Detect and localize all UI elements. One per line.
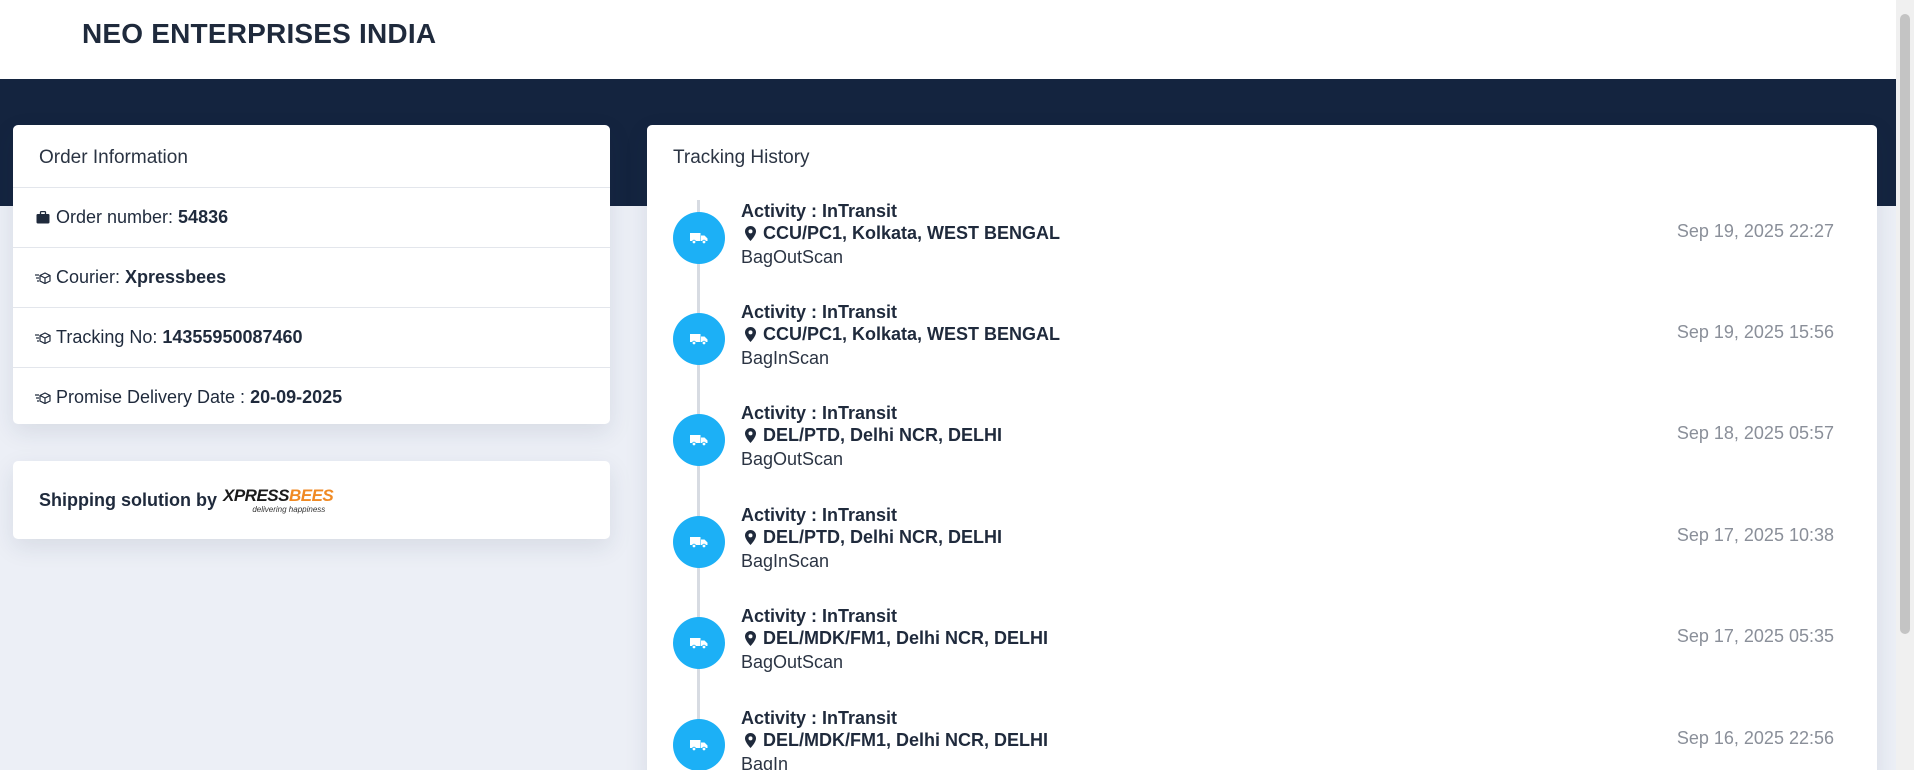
map-pin-icon <box>741 224 759 242</box>
event-timestamp: Sep 19, 2025 22:27 <box>1676 221 1834 241</box>
truck-icon <box>673 516 725 568</box>
event-location-text: DEL/PTD, Delhi NCR, DELHI <box>763 425 1003 445</box>
promise-delivery-label: Promise Delivery Date : <box>56 387 246 407</box>
xpressbees-logo: XPRESSBEES delivering happiness <box>222 485 334 514</box>
tracking-event: Activity : InTransit CCU/PC1, Kolkata, W… <box>647 200 1877 300</box>
event-location: DEL/PTD, Delhi NCR, DELHI <box>741 526 1002 548</box>
tracking-history-title: Tracking History <box>673 147 810 168</box>
vertical-scrollbar[interactable] <box>1896 0 1914 770</box>
shipping-solution-card: Shipping solution by XPRESSBEES deliveri… <box>13 461 610 539</box>
event-location-text: DEL/MDK/FM1, Delhi NCR, DELHI <box>763 730 1049 750</box>
event-location: CCU/PC1, Kolkata, WEST BENGAL <box>741 222 1060 244</box>
event-location-text: DEL/MDK/FM1, Delhi NCR, DELHI <box>763 628 1049 648</box>
courier-row: Courier: Xpressbees <box>13 247 610 307</box>
courier-label: Courier: <box>56 267 121 287</box>
event-activity: Activity : InTransit <box>741 505 898 525</box>
tracking-event: Activity : InTransit DEL/MDK/FM1, Delhi … <box>647 605 1877 705</box>
courier-value: Xpressbees <box>125 267 227 287</box>
event-status: BagInScan <box>741 348 830 368</box>
delivery-box-icon <box>33 268 53 288</box>
event-location: DEL/MDK/FM1, Delhi NCR, DELHI <box>741 627 1048 649</box>
event-status: BagOutScan <box>741 449 844 469</box>
map-pin-icon <box>741 731 759 749</box>
event-activity: Activity : InTransit <box>741 302 898 322</box>
event-status: BagInScan <box>741 551 830 571</box>
top-bar: NEO ENTERPRISES INDIA <box>0 0 1896 79</box>
map-pin-icon <box>741 426 759 444</box>
logo-tagline: delivering happiness <box>252 504 326 514</box>
event-location: CCU/PC1, Kolkata, WEST BENGAL <box>741 323 1060 345</box>
shipping-solution-label: Shipping solution by <box>39 489 217 510</box>
tracking-number-value: 14355950087460 <box>162 327 303 347</box>
event-location-text: CCU/PC1, Kolkata, WEST BENGAL <box>763 324 1061 344</box>
event-timestamp: Sep 16, 2025 22:56 <box>1676 728 1834 748</box>
briefcase-icon <box>33 208 53 228</box>
promise-delivery-value: 20-09-2025 <box>250 387 343 407</box>
event-timestamp: Sep 19, 2025 15:56 <box>1676 322 1834 342</box>
brand-name: NEO ENTERPRISES INDIA <box>82 18 437 49</box>
event-timestamp: Sep 18, 2025 05:57 <box>1676 423 1834 443</box>
scrollbar-thumb[interactable] <box>1900 14 1910 634</box>
logo-text-bees: BEES <box>288 485 334 505</box>
truck-icon <box>673 719 725 770</box>
truck-icon <box>673 617 725 669</box>
delivery-box-icon <box>33 328 53 348</box>
tracking-history-card: Tracking History Activity : InTransit CC… <box>647 125 1877 770</box>
order-information-title: Order Information <box>39 147 188 168</box>
event-location: DEL/MDK/FM1, Delhi NCR, DELHI <box>741 729 1048 751</box>
map-pin-icon <box>741 629 759 647</box>
map-pin-icon <box>741 325 759 343</box>
tracking-event: Activity : InTransit DEL/MDK/FM1, Delhi … <box>647 707 1877 770</box>
event-location-text: DEL/PTD, Delhi NCR, DELHI <box>763 527 1003 547</box>
order-number-label: Order number: <box>56 207 174 227</box>
event-location: DEL/PTD, Delhi NCR, DELHI <box>741 424 1002 446</box>
event-status: BagOutScan <box>741 247 844 267</box>
event-activity: Activity : InTransit <box>741 403 898 423</box>
promise-delivery-row: Promise Delivery Date : 20-09-2025 <box>13 367 610 424</box>
event-activity: Activity : InTransit <box>741 606 898 626</box>
tracking-event: Activity : InTransit DEL/PTD, Delhi NCR,… <box>647 402 1877 502</box>
logo-text-xpress: XPRESS <box>222 485 289 505</box>
event-location-text: CCU/PC1, Kolkata, WEST BENGAL <box>763 223 1061 243</box>
map-pin-icon <box>741 528 759 546</box>
event-activity: Activity : InTransit <box>741 201 898 221</box>
tracking-event: Activity : InTransit DEL/PTD, Delhi NCR,… <box>647 504 1877 604</box>
tracking-number-row: Tracking No: 14355950087460 <box>13 307 610 367</box>
truck-icon <box>673 313 725 365</box>
tracking-number-label: Tracking No: <box>56 327 158 347</box>
event-status: BagIn <box>741 754 789 770</box>
order-information-card: Order Information Order number: 54836 Co… <box>13 125 610 424</box>
event-timestamp: Sep 17, 2025 05:35 <box>1676 626 1834 646</box>
delivery-box-icon <box>33 388 53 408</box>
event-timestamp: Sep 17, 2025 10:38 <box>1676 525 1834 545</box>
truck-icon <box>673 414 725 466</box>
tracking-event: Activity : InTransit CCU/PC1, Kolkata, W… <box>647 301 1877 401</box>
order-number-row: Order number: 54836 <box>13 187 610 247</box>
truck-icon <box>673 212 725 264</box>
order-number-value: 54836 <box>178 207 229 227</box>
event-activity: Activity : InTransit <box>741 708 898 728</box>
event-status: BagOutScan <box>741 652 844 672</box>
